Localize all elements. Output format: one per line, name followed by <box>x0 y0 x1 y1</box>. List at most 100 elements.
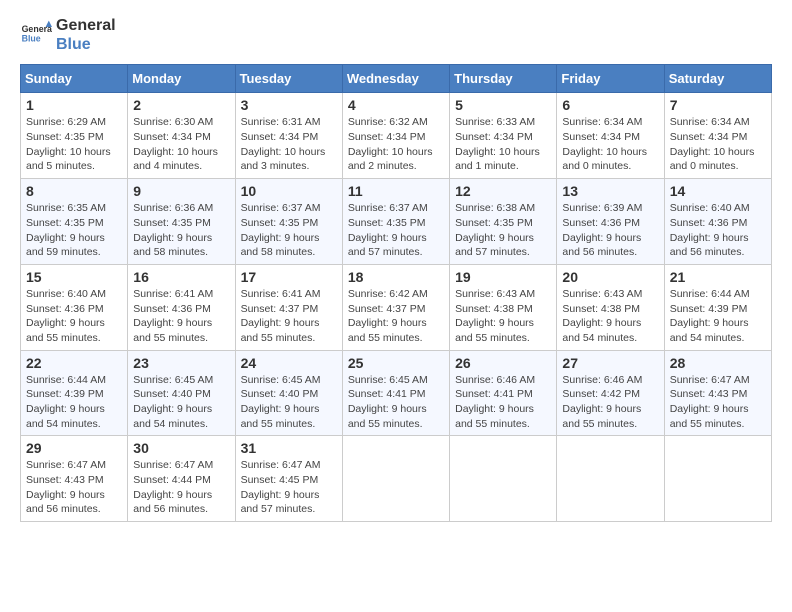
calendar-cell: 20 Sunrise: 6:43 AM Sunset: 4:38 PM Dayl… <box>557 264 664 350</box>
sunset-label: Sunset: 4:37 PM <box>348 303 426 315</box>
day-info: Sunrise: 6:43 AM Sunset: 4:38 PM Dayligh… <box>455 287 551 346</box>
logo-icon: General Blue <box>20 19 52 51</box>
calendar-cell: 18 Sunrise: 6:42 AM Sunset: 4:37 PM Dayl… <box>342 264 449 350</box>
sunrise-label: Sunrise: 6:32 AM <box>348 116 428 128</box>
day-info: Sunrise: 6:31 AM Sunset: 4:34 PM Dayligh… <box>241 115 337 174</box>
sunrise-label: Sunrise: 6:43 AM <box>455 288 535 300</box>
daylight-label: Daylight: 9 hours and 55 minutes. <box>670 403 749 430</box>
sunset-label: Sunset: 4:35 PM <box>26 131 104 143</box>
calendar-cell: 12 Sunrise: 6:38 AM Sunset: 4:35 PM Dayl… <box>450 179 557 265</box>
day-number: 2 <box>133 97 229 113</box>
day-number: 4 <box>348 97 444 113</box>
day-info: Sunrise: 6:45 AM Sunset: 4:40 PM Dayligh… <box>133 373 229 432</box>
sunset-label: Sunset: 4:37 PM <box>241 303 319 315</box>
calendar-cell: 9 Sunrise: 6:36 AM Sunset: 4:35 PM Dayli… <box>128 179 235 265</box>
day-info: Sunrise: 6:47 AM Sunset: 4:44 PM Dayligh… <box>133 458 229 517</box>
sunrise-label: Sunrise: 6:29 AM <box>26 116 106 128</box>
weekday-header-tuesday: Tuesday <box>235 65 342 93</box>
sunrise-label: Sunrise: 6:37 AM <box>241 202 321 214</box>
sunset-label: Sunset: 4:35 PM <box>133 217 211 229</box>
daylight-label: Daylight: 9 hours and 55 minutes. <box>26 317 105 344</box>
weekday-header-wednesday: Wednesday <box>342 65 449 93</box>
day-info: Sunrise: 6:35 AM Sunset: 4:35 PM Dayligh… <box>26 201 122 260</box>
sunset-label: Sunset: 4:40 PM <box>241 388 319 400</box>
calendar-cell <box>664 436 771 522</box>
day-number: 10 <box>241 183 337 199</box>
sunrise-label: Sunrise: 6:33 AM <box>455 116 535 128</box>
calendar-cell: 3 Sunrise: 6:31 AM Sunset: 4:34 PM Dayli… <box>235 93 342 179</box>
calendar-cell: 28 Sunrise: 6:47 AM Sunset: 4:43 PM Dayl… <box>664 350 771 436</box>
header: General Blue General Blue <box>20 16 772 54</box>
day-info: Sunrise: 6:46 AM Sunset: 4:42 PM Dayligh… <box>562 373 658 432</box>
day-number: 14 <box>670 183 766 199</box>
calendar-cell: 8 Sunrise: 6:35 AM Sunset: 4:35 PM Dayli… <box>21 179 128 265</box>
sunset-label: Sunset: 4:39 PM <box>26 388 104 400</box>
calendar-cell: 24 Sunrise: 6:45 AM Sunset: 4:40 PM Dayl… <box>235 350 342 436</box>
day-info: Sunrise: 6:47 AM Sunset: 4:43 PM Dayligh… <box>670 373 766 432</box>
sunset-label: Sunset: 4:35 PM <box>348 217 426 229</box>
day-number: 21 <box>670 269 766 285</box>
day-info: Sunrise: 6:40 AM Sunset: 4:36 PM Dayligh… <box>670 201 766 260</box>
day-number: 15 <box>26 269 122 285</box>
sunrise-label: Sunrise: 6:45 AM <box>133 374 213 386</box>
day-number: 25 <box>348 355 444 371</box>
day-number: 26 <box>455 355 551 371</box>
sunset-label: Sunset: 4:36 PM <box>133 303 211 315</box>
calendar-cell: 4 Sunrise: 6:32 AM Sunset: 4:34 PM Dayli… <box>342 93 449 179</box>
calendar-cell: 13 Sunrise: 6:39 AM Sunset: 4:36 PM Dayl… <box>557 179 664 265</box>
daylight-label: Daylight: 9 hours and 54 minutes. <box>670 317 749 344</box>
sunrise-label: Sunrise: 6:44 AM <box>670 288 750 300</box>
daylight-label: Daylight: 9 hours and 57 minutes. <box>455 232 534 259</box>
day-info: Sunrise: 6:29 AM Sunset: 4:35 PM Dayligh… <box>26 115 122 174</box>
weekday-header-monday: Monday <box>128 65 235 93</box>
sunrise-label: Sunrise: 6:37 AM <box>348 202 428 214</box>
sunset-label: Sunset: 4:34 PM <box>241 131 319 143</box>
day-info: Sunrise: 6:33 AM Sunset: 4:34 PM Dayligh… <box>455 115 551 174</box>
sunrise-label: Sunrise: 6:34 AM <box>562 116 642 128</box>
day-info: Sunrise: 6:41 AM Sunset: 4:36 PM Dayligh… <box>133 287 229 346</box>
daylight-label: Daylight: 9 hours and 57 minutes. <box>241 489 320 516</box>
sunset-label: Sunset: 4:35 PM <box>455 217 533 229</box>
sunset-label: Sunset: 4:34 PM <box>455 131 533 143</box>
sunrise-label: Sunrise: 6:42 AM <box>348 288 428 300</box>
logo-area: General Blue General Blue <box>20 16 116 54</box>
sunset-label: Sunset: 4:42 PM <box>562 388 640 400</box>
sunset-label: Sunset: 4:35 PM <box>26 217 104 229</box>
daylight-label: Daylight: 10 hours and 4 minutes. <box>133 146 218 173</box>
sunrise-label: Sunrise: 6:38 AM <box>455 202 535 214</box>
daylight-label: Daylight: 9 hours and 55 minutes. <box>241 317 320 344</box>
calendar-table: SundayMondayTuesdayWednesdayThursdayFrid… <box>20 64 772 522</box>
sunset-label: Sunset: 4:45 PM <box>241 474 319 486</box>
page-container: General Blue General Blue SundayMondayTu… <box>20 16 772 522</box>
sunset-label: Sunset: 4:40 PM <box>133 388 211 400</box>
day-number: 11 <box>348 183 444 199</box>
calendar-cell: 21 Sunrise: 6:44 AM Sunset: 4:39 PM Dayl… <box>664 264 771 350</box>
day-info: Sunrise: 6:32 AM Sunset: 4:34 PM Dayligh… <box>348 115 444 174</box>
calendar-cell: 25 Sunrise: 6:45 AM Sunset: 4:41 PM Dayl… <box>342 350 449 436</box>
day-info: Sunrise: 6:47 AM Sunset: 4:45 PM Dayligh… <box>241 458 337 517</box>
day-info: Sunrise: 6:44 AM Sunset: 4:39 PM Dayligh… <box>670 287 766 346</box>
sunset-label: Sunset: 4:39 PM <box>670 303 748 315</box>
day-number: 18 <box>348 269 444 285</box>
weekday-header-sunday: Sunday <box>21 65 128 93</box>
sunrise-label: Sunrise: 6:31 AM <box>241 116 321 128</box>
calendar-cell: 6 Sunrise: 6:34 AM Sunset: 4:34 PM Dayli… <box>557 93 664 179</box>
sunrise-label: Sunrise: 6:45 AM <box>348 374 428 386</box>
sunrise-label: Sunrise: 6:47 AM <box>26 459 106 471</box>
logo-text: General Blue <box>56 16 116 54</box>
weekday-header-saturday: Saturday <box>664 65 771 93</box>
sunset-label: Sunset: 4:41 PM <box>455 388 533 400</box>
weekday-header-thursday: Thursday <box>450 65 557 93</box>
day-number: 12 <box>455 183 551 199</box>
day-info: Sunrise: 6:38 AM Sunset: 4:35 PM Dayligh… <box>455 201 551 260</box>
day-info: Sunrise: 6:34 AM Sunset: 4:34 PM Dayligh… <box>670 115 766 174</box>
calendar-cell: 29 Sunrise: 6:47 AM Sunset: 4:43 PM Dayl… <box>21 436 128 522</box>
sunset-label: Sunset: 4:41 PM <box>348 388 426 400</box>
calendar-cell: 7 Sunrise: 6:34 AM Sunset: 4:34 PM Dayli… <box>664 93 771 179</box>
day-number: 31 <box>241 440 337 456</box>
day-number: 19 <box>455 269 551 285</box>
sunset-label: Sunset: 4:35 PM <box>241 217 319 229</box>
daylight-label: Daylight: 10 hours and 5 minutes. <box>26 146 111 173</box>
calendar-cell: 15 Sunrise: 6:40 AM Sunset: 4:36 PM Dayl… <box>21 264 128 350</box>
calendar-cell: 26 Sunrise: 6:46 AM Sunset: 4:41 PM Dayl… <box>450 350 557 436</box>
